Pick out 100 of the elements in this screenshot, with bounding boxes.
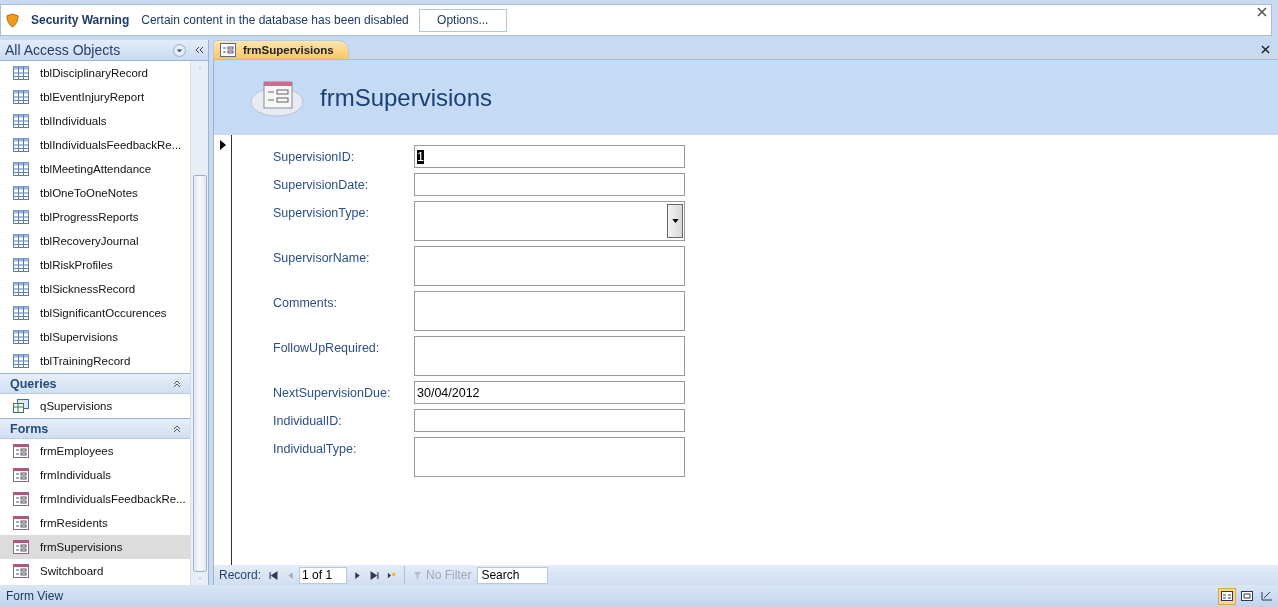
nav-item[interactable]: tblRecoveryJournal: [0, 229, 190, 253]
input-field[interactable]: 30/04/2012: [414, 381, 685, 404]
nav-item[interactable]: tblSicknessRecord: [0, 277, 190, 301]
nav-item-label: frmIndividuals: [40, 469, 111, 481]
nav-item[interactable]: tblEventInjuryReport: [0, 85, 190, 109]
input-field[interactable]: [414, 246, 685, 286]
nav-item-label: tblProgressReports: [40, 211, 139, 223]
scrollbar[interactable]: [190, 61, 208, 585]
nav-pane-header[interactable]: All Access Objects: [0, 40, 208, 61]
form-icon: [1221, 591, 1233, 601]
nav-item[interactable]: frmIndividualsFeedbackRe...: [0, 487, 190, 511]
nav-item[interactable]: tblDisciplinaryRecord: [0, 61, 190, 85]
table-icon: [13, 258, 29, 272]
nav-item[interactable]: tblMeetingAttendance: [0, 157, 190, 181]
form-icon: [13, 516, 29, 530]
nav-item[interactable]: frmEmployees: [0, 439, 190, 463]
field-label: SupervisionID:: [273, 149, 356, 164]
form-icon: [13, 468, 29, 482]
nav-item-label: tblEventInjuryReport: [40, 91, 145, 103]
nav-item[interactable]: qSupervisions: [0, 394, 190, 418]
table-icon: [13, 282, 29, 296]
nav-item[interactable]: tblSupervisions: [0, 325, 190, 349]
nav-item-label: tblIndividualsFeedbackRe...: [40, 139, 182, 151]
collapse-icon[interactable]: [194, 45, 204, 55]
nav-item-label: qSupervisions: [40, 400, 113, 412]
document-tab[interactable]: frmSupervisions: [213, 40, 349, 59]
table-icon: [13, 210, 29, 224]
next-record-icon[interactable]: [353, 570, 363, 580]
first-record-icon[interactable]: [269, 570, 279, 580]
nav-item[interactable]: tblOneToOneNotes: [0, 181, 190, 205]
field-label: SupervisionType:: [273, 205, 370, 220]
layout-icon: [1241, 591, 1253, 601]
nav-item[interactable]: Switchboard: [0, 559, 190, 583]
table-icon: [13, 114, 29, 128]
nav-item[interactable]: frmResidents: [0, 511, 190, 535]
nav-item-label: frmSupervisions: [40, 541, 123, 553]
close-icon[interactable]: [1257, 7, 1267, 17]
nav-item[interactable]: tblProgressReports: [0, 205, 190, 229]
group-header[interactable]: Queries: [0, 373, 190, 394]
table-icon: [13, 162, 29, 176]
nav-item-label: tblDisciplinaryRecord: [40, 67, 148, 79]
form-view-button[interactable]: [1218, 587, 1236, 605]
nav-item-label: tblSignificantOccurences: [40, 307, 167, 319]
field-label: SupervisionDate:: [273, 177, 370, 192]
record-label: Record:: [219, 568, 262, 582]
nav-item[interactable]: tblIndividualsFeedbackRe...: [0, 133, 190, 157]
form-icon: [13, 564, 29, 578]
nav-item-label: Switchboard: [40, 565, 104, 577]
chevron-up-icon[interactable]: [172, 378, 182, 389]
input-field[interactable]: [414, 291, 685, 331]
dropdown-icon[interactable]: [173, 43, 186, 57]
nav-pane-title: All Access Objects: [5, 42, 122, 58]
field-label: IndividualID:: [273, 413, 343, 428]
last-record-icon[interactable]: [370, 570, 380, 580]
form-icon: [220, 43, 236, 57]
search-field[interactable]: Search: [477, 566, 549, 584]
pencil-ruler-icon: [1261, 591, 1273, 601]
group-header[interactable]: Forms: [0, 418, 190, 439]
field-label: IndividualType:: [273, 441, 358, 456]
table-icon: [13, 234, 29, 248]
nav-item[interactable]: frmIndividuals: [0, 463, 190, 487]
nav-item-label: tblSicknessRecord: [40, 283, 136, 295]
caret-icon: [671, 219, 679, 223]
nav-item-label: tblRiskProfiles: [40, 259, 113, 271]
chevron-up-icon[interactable]: [172, 423, 182, 434]
input-field[interactable]: [414, 409, 685, 432]
table-icon: [13, 354, 29, 368]
input-field[interactable]: [414, 173, 685, 196]
table-icon: [13, 90, 29, 104]
status-text: Form View: [6, 589, 64, 603]
nav-item-label: tblOneToOneNotes: [40, 187, 138, 199]
nav-item[interactable]: tblTrainingRecord: [0, 349, 190, 373]
nav-item[interactable]: tblSignificantOccurences: [0, 301, 190, 325]
field-label: SupervisorName:: [273, 250, 371, 265]
form-icon: [13, 540, 29, 554]
filter-icon: [413, 570, 423, 580]
nav-item-label: tblTrainingRecord: [40, 355, 131, 367]
nav-item[interactable]: tblRiskProfiles: [0, 253, 190, 277]
record-selector[interactable]: [213, 135, 232, 565]
nav-item[interactable]: tblIndividuals: [0, 109, 190, 133]
group-title: Queries: [10, 376, 58, 391]
options-button[interactable]: Options...: [418, 8, 507, 32]
record-position-field[interactable]: 1 of 1: [299, 566, 348, 584]
form-title: frmSupervisions: [320, 83, 493, 112]
form-icon: [13, 492, 29, 506]
input-field[interactable]: [414, 336, 685, 376]
input-field[interactable]: 1: [414, 145, 685, 168]
table-icon: [13, 66, 29, 80]
current-record-icon: [218, 139, 227, 151]
nav-item-label: tblSupervisions: [40, 331, 118, 343]
field-label: Comments:: [273, 295, 338, 310]
dropdown-button[interactable]: [667, 204, 683, 238]
new-record-icon[interactable]: [387, 570, 397, 580]
close-icon[interactable]: [1261, 45, 1270, 54]
nav-item-label: tblMeetingAttendance: [40, 163, 152, 175]
input-field[interactable]: [414, 437, 685, 477]
scroll-thumb[interactable]: [192, 174, 207, 572]
nav-item[interactable]: frmSupervisions: [0, 535, 190, 559]
form-icon: [13, 444, 29, 458]
table-icon: [13, 306, 29, 320]
